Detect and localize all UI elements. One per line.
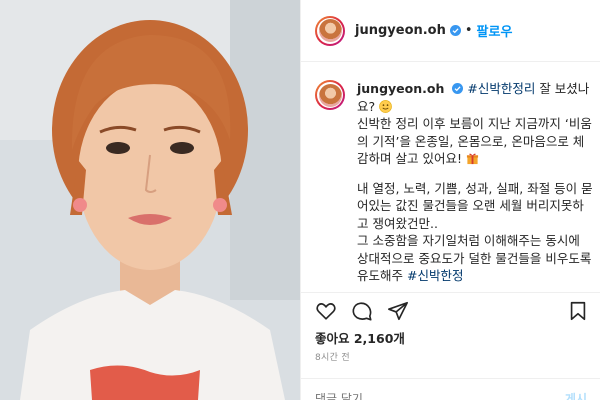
comment-bar: 게시 [301,378,600,400]
comment-input[interactable] [315,391,565,400]
comment-icon[interactable] [351,300,373,322]
post-caption: jungyeon.oh #신박한정리 잘 보셨나요? 신박한 정리 이후 보름이… [315,80,595,290]
caption-paragraph-3: 그 소중함을 자기일처럼 이해해주는 동시에 상대적으로 중요도가 덜한 물건들… [357,233,592,283]
verified-badge-icon [449,25,461,36]
gift-emoji [466,153,479,165]
caption-paragraph-2: 내 열정, 노력, 기쁨, 성과, 실패, 좌절 등이 묻어있는 값진 물건들을… [357,180,593,231]
header-username[interactable]: jungyeon.oh [355,23,446,38]
caption-avatar[interactable] [315,80,345,110]
post-comment-button[interactable]: 게시 [565,390,587,400]
post-photo [0,0,300,400]
bookmark-icon[interactable] [567,300,589,322]
verified-badge-icon [452,83,464,94]
caption-username[interactable]: jungyeon.oh [357,81,444,96]
post-side-panel: jungyeon.oh • 팔로우 jungyeon.oh #신박한정리 잘 보… [300,0,600,400]
share-icon[interactable] [387,300,409,322]
separator-dot: • [464,23,473,38]
post-timestamp[interactable]: 8시간 전 [315,350,350,363]
post-header: jungyeon.oh • 팔로우 [301,0,600,62]
hashtag-link[interactable]: #신박한정리 [467,81,535,96]
caption-text: jungyeon.oh #신박한정리 잘 보셨나요? 신박한 정리 이후 보름이… [357,80,595,290]
woman-portrait-image [0,0,300,400]
avatar[interactable] [315,15,345,46]
heart-icon[interactable] [315,300,337,322]
action-bar [301,292,600,328]
follow-button[interactable]: 팔로우 [477,21,513,40]
hashtag-link[interactable]: #신박한정 [407,268,463,283]
smiling-face-emoji [379,99,392,113]
like-count[interactable]: 좋아요 2,160개 [315,328,405,347]
